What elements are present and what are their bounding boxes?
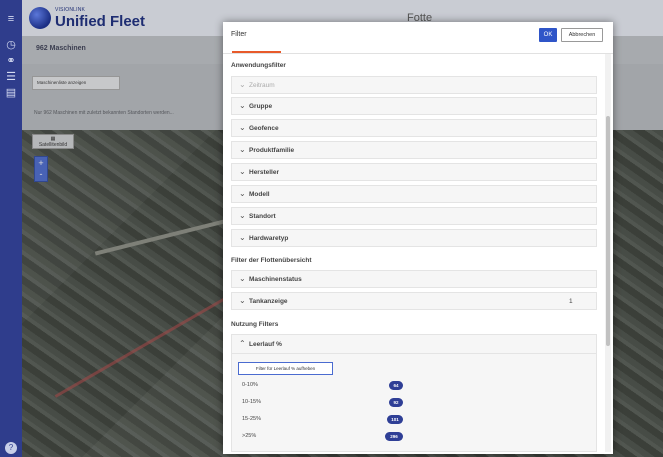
filter-label: Hersteller (249, 169, 279, 176)
bucket-label[interactable]: 0-10% (242, 382, 258, 388)
filter-label: Hardwaretyp (249, 235, 289, 242)
filter-accordion-hardwaretyp[interactable]: ⌄ Hardwaretyp (231, 229, 597, 247)
globe-logo-icon (29, 7, 51, 29)
help-icon[interactable]: ? (5, 442, 17, 454)
filter-label: Maschinenstatus (249, 276, 302, 283)
filter-accordion-tankanzeige[interactable]: ⌄ Tankanzeige 1 (231, 292, 597, 310)
left-nav-rail: ≡ ◷ ⚭ ☰ ▤ (0, 0, 22, 457)
dialog-scrollbar[interactable] (605, 54, 611, 452)
chevron-down-icon: ⌄ (239, 101, 246, 110)
filter-label: Produktfamilie (249, 147, 295, 154)
filter-label: Zeitraum (249, 82, 275, 89)
dialog-divider (223, 53, 613, 54)
usage-filters-heading: Nutzung Filters (231, 321, 279, 328)
filter-accordion-leerlauf[interactable]: ⌃ Leerlauf % (231, 334, 597, 354)
clear-leerlauf-filter-button[interactable]: Filter für Leerlauf % aufheben (238, 362, 333, 375)
ok-button[interactable]: OK (539, 28, 557, 42)
chevron-down-icon: ⌄ (239, 274, 246, 283)
menu-icon[interactable]: ≡ (5, 14, 17, 25)
filter-label: Tankanzeige (249, 298, 288, 305)
chevron-up-icon: ⌃ (239, 339, 246, 348)
share-icon[interactable]: ⚭ (5, 56, 17, 67)
card-icon[interactable]: ▤ (5, 88, 17, 99)
chevron-down-icon: ⌄ (239, 233, 246, 242)
chevron-down-icon: ⌄ (239, 211, 246, 220)
filter-count: 1 (569, 298, 573, 305)
chevron-down-icon: ⌄ (239, 145, 246, 154)
bucket-count-badge[interactable]: 101 (387, 415, 403, 424)
chevron-down-icon: ⌄ (239, 80, 246, 89)
bucket-label[interactable]: >25% (242, 433, 256, 439)
bucket-count-badge[interactable]: 296 (385, 432, 403, 441)
filter-label: Modell (249, 191, 270, 198)
bucket-count-badge[interactable]: 64 (389, 381, 403, 390)
filter-accordion-gruppe[interactable]: ⌄ Gruppe (231, 97, 597, 115)
filter-label: Gruppe (249, 103, 273, 110)
filter-label: Geofence (249, 125, 279, 132)
cancel-button[interactable]: Abbrechen (561, 28, 603, 42)
filter-dialog: Filter OK Abbrechen Anwendungsfilter ⌄ Z… (223, 22, 613, 454)
bucket-count-badge[interactable]: 92 (389, 398, 403, 407)
list-icon[interactable]: ☰ (5, 72, 17, 83)
application-filters-heading: Anwendungsfilter (231, 62, 286, 69)
filter-accordion-zeitraum[interactable]: ⌄ Zeitraum (231, 76, 597, 94)
filter-accordion-modell[interactable]: ⌄ Modell (231, 185, 597, 203)
chevron-down-icon: ⌄ (239, 296, 246, 305)
app-title: Unified Fleet (55, 13, 146, 30)
chevron-down-icon: ⌄ (239, 167, 246, 176)
filter-label: Standort (249, 213, 276, 220)
chevron-down-icon: ⌄ (239, 123, 246, 132)
dialog-title: Filter (231, 31, 247, 38)
filter-accordion-standort[interactable]: ⌄ Standort (231, 207, 597, 225)
filter-accordion-produktfamilie[interactable]: ⌄ Produktfamilie (231, 141, 597, 159)
filter-accordion-maschinenstatus[interactable]: ⌄ Maschinenstatus (231, 270, 597, 288)
filter-accordion-geofence[interactable]: ⌄ Geofence (231, 119, 597, 137)
leerlauf-filter-body: Filter für Leerlauf % aufheben 0-10% 64 … (231, 354, 597, 452)
fleet-filters-heading: Filter der Flottenübersicht (231, 257, 312, 264)
chevron-down-icon: ⌄ (239, 189, 246, 198)
filter-accordion-hersteller[interactable]: ⌄ Hersteller (231, 163, 597, 181)
scroll-thumb[interactable] (606, 116, 610, 346)
bucket-label[interactable]: 10-15% (242, 399, 261, 405)
clock-icon[interactable]: ◷ (5, 40, 17, 51)
filter-label: Leerlauf % (249, 341, 282, 348)
bucket-label[interactable]: 15-25% (242, 416, 261, 422)
